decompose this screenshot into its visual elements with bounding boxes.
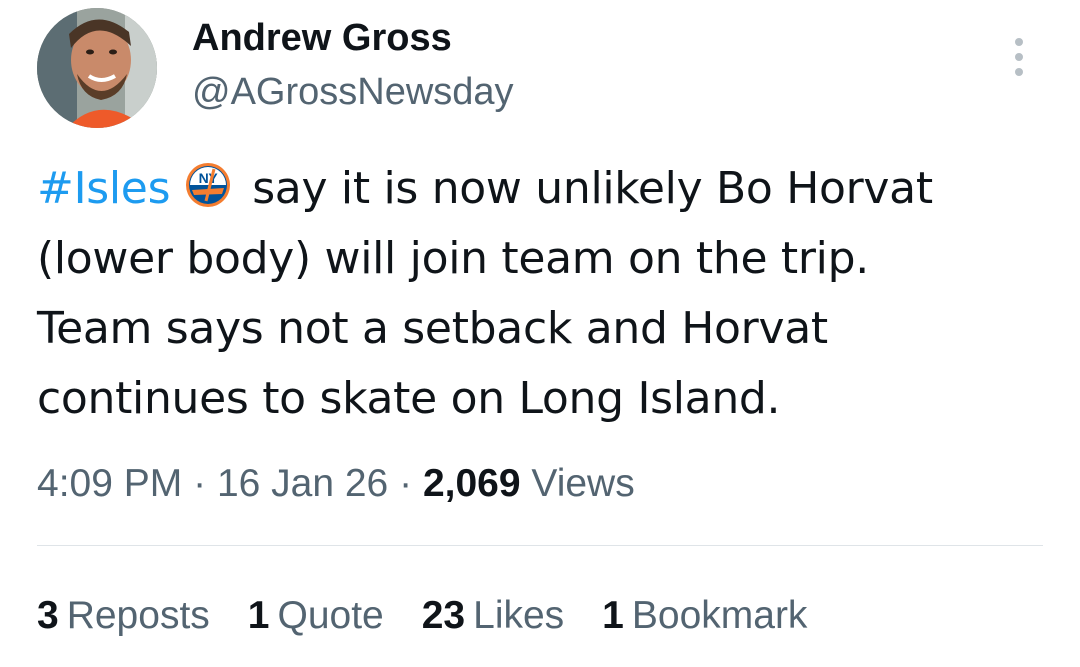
tweet-line-3: Team says not a setback and Horvat — [37, 303, 828, 354]
meta-separator: · — [193, 462, 207, 505]
tweet-date[interactable]: 16 Jan 26 — [217, 462, 388, 505]
reposts-stat[interactable]: 3 Reposts — [37, 590, 210, 642]
bookmarks-stat[interactable]: 1 Bookmark — [602, 590, 807, 642]
views-label[interactable]: Views — [531, 462, 634, 505]
tweet-line-1: #Isles NY say it is now unlikely Bo Horv… — [37, 154, 1057, 224]
author-handle[interactable]: @AGrossNewsday — [192, 68, 514, 116]
tweet-time[interactable]: 4:09 PM — [37, 462, 182, 505]
likes-label: Likes — [473, 594, 565, 637]
tweet-line-2: (lower body) will join team on the trip. — [37, 233, 869, 284]
quotes-label: Quote — [277, 594, 384, 637]
reposts-count: 3 — [37, 594, 59, 637]
bookmarks-label: Bookmark — [631, 594, 808, 637]
islanders-logo-icon: NY — [184, 161, 232, 209]
tweet-text: #Isles NY say it is now unlikely Bo Horv… — [37, 154, 1057, 434]
engagement-stats: 3 Reposts 1 Quote 23 Likes 1 Bookmark — [37, 590, 807, 642]
more-dot — [1015, 53, 1023, 61]
more-dot — [1015, 38, 1023, 46]
tweet-meta: 4:09 PM · 16 Jan 26 · 2,069 Views — [37, 458, 635, 510]
svg-text:NY: NY — [199, 170, 219, 186]
more-vertical-icon[interactable] — [1004, 34, 1034, 80]
tweet-line-4: continues to skate on Long Island. — [37, 373, 781, 424]
avatar[interactable] — [37, 8, 157, 128]
likes-count: 23 — [421, 594, 466, 637]
avatar-image — [37, 8, 157, 128]
meta-separator: · — [399, 462, 413, 505]
reposts-label: Reposts — [66, 594, 210, 637]
author-display-name[interactable]: Andrew Gross — [192, 14, 452, 62]
divider — [37, 545, 1043, 546]
more-dot — [1015, 68, 1023, 76]
likes-stat[interactable]: 23 Likes — [422, 590, 564, 642]
bookmarks-count: 1 — [602, 594, 624, 637]
tweet-line-1-text: say it is now unlikely Bo Horvat — [252, 163, 933, 214]
views-count[interactable]: 2,069 — [423, 462, 521, 505]
hashtag-link[interactable]: #Isles — [37, 163, 170, 214]
quotes-count: 1 — [247, 594, 270, 637]
quotes-stat[interactable]: 1 Quote — [248, 590, 384, 642]
